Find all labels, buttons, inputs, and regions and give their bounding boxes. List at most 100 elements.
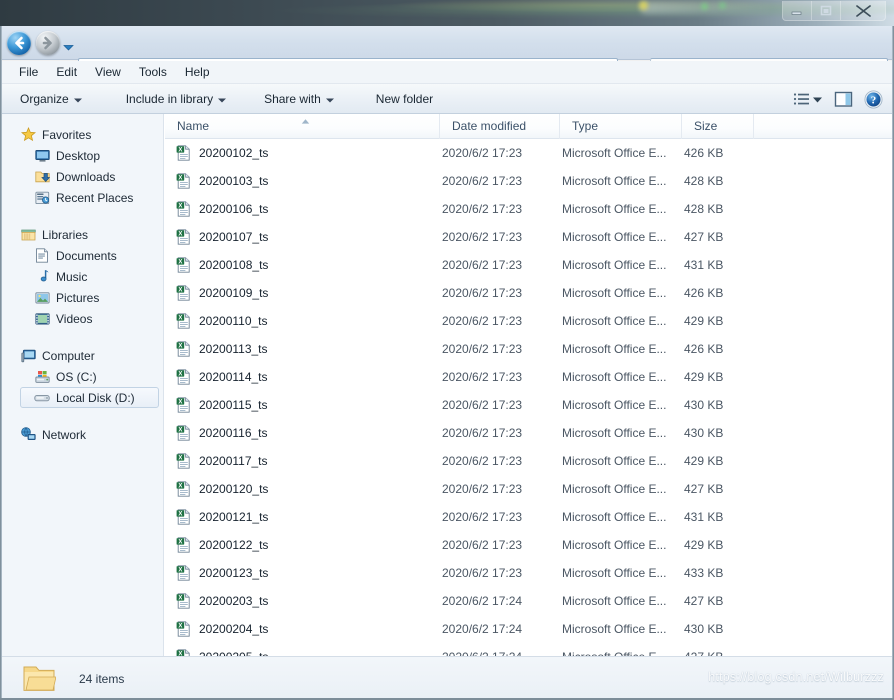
file-name-cell[interactable]: X 20200116_ts (165, 425, 440, 441)
file-size-cell: 430 KB (684, 622, 724, 636)
file-name-cell[interactable]: X 20200123_ts (165, 565, 440, 581)
file-name-cell[interactable]: X 20200103_ts (165, 173, 440, 189)
menu-file[interactable]: File (10, 63, 47, 81)
file-name-label: 20200109_ts (199, 286, 269, 300)
explorer-body: Favorites Desktop Downloads Recent Place… (0, 113, 894, 693)
close-button[interactable] (841, 1, 885, 20)
forward-button[interactable] (36, 31, 60, 55)
organize-button[interactable]: Organize (10, 87, 92, 111)
file-name-cell[interactable]: X 20200204_ts (165, 621, 440, 637)
file-name-cell[interactable]: X 20200120_ts (165, 481, 440, 497)
file-name-label: 20200123_ts (199, 566, 269, 580)
sidebar-item-computer[interactable]: Computer (0, 345, 163, 366)
share-with-button[interactable]: Share with (254, 87, 344, 111)
maximize-button[interactable] (812, 1, 841, 20)
navpane-group-computer: Computer OS (C:) Local Disk (D:) (0, 345, 163, 408)
file-name-cell[interactable]: X 20200121_ts (165, 509, 440, 525)
file-name-cell[interactable]: X 20200106_ts (165, 201, 440, 217)
sidebar-item-favorites[interactable]: Favorites (0, 124, 163, 145)
table-row[interactable]: X 20200110_ts 2020/6/2 17:23 Microsoft Offi… (165, 307, 894, 335)
navpane-group-libraries: Libraries Documents Music Pictures Video… (0, 224, 163, 329)
sidebar-item-downloads[interactable]: Downloads (0, 166, 163, 187)
file-name-cell[interactable]: X 20200102_ts (165, 145, 440, 161)
file-name-label: 20200121_ts (199, 510, 269, 524)
svg-text:?: ? (870, 94, 876, 106)
menu-edit[interactable]: Edit (47, 63, 86, 81)
menu-view[interactable]: View (86, 63, 130, 81)
hard-drive-icon (34, 390, 50, 406)
file-name-cell[interactable]: X 20200110_ts (165, 313, 440, 329)
back-button[interactable] (7, 31, 31, 55)
file-name-label: 20200114_ts (199, 370, 268, 384)
table-row[interactable]: X 20200102_ts 2020/6/2 17:23 Microsoft Offi… (165, 139, 894, 167)
svg-text:X: X (178, 260, 182, 266)
menu-tools[interactable]: Tools (130, 63, 176, 81)
table-row[interactable]: X 20200204_ts 2020/6/2 17:24 Microsoft Offi… (165, 615, 894, 643)
file-list-pane[interactable]: Name Date modified Type Size X 20200102_t… (165, 113, 894, 693)
sidebar-item-music[interactable]: Music (0, 266, 163, 287)
table-row[interactable]: X 20200108_ts 2020/6/2 17:23 Microsoft Offi… (165, 251, 894, 279)
file-name-cell[interactable]: X 20200203_ts (165, 593, 440, 609)
file-name-cell[interactable]: X 20200122_ts (165, 537, 440, 553)
file-name-cell[interactable]: X 20200114_ts (165, 369, 440, 385)
sidebar-label-favorites: Favorites (42, 127, 92, 142)
table-row[interactable]: X 20200121_ts 2020/6/2 17:23 Microsoft Offi… (165, 503, 894, 531)
file-name-cell[interactable]: X 20200113_ts (165, 341, 440, 357)
sidebar-item-recent-places[interactable]: Recent Places (0, 187, 163, 208)
help-button[interactable]: ? (860, 87, 886, 111)
file-name-cell[interactable]: X 20200107_ts (165, 229, 440, 245)
excel-file-icon: X (176, 285, 192, 301)
include-in-library-button[interactable]: Include in library (116, 87, 236, 111)
table-row[interactable]: X 20200113_ts 2020/6/2 17:23 Microsoft Offi… (165, 335, 894, 363)
recent-pages-chevron-down-icon[interactable] (63, 40, 74, 54)
table-row[interactable]: X 20200116_ts 2020/6/2 17:23 Microsoft Offi… (165, 419, 894, 447)
sidebar-item-documents[interactable]: Documents (0, 245, 163, 266)
new-folder-button[interactable]: New folder (366, 87, 443, 111)
column-header-type[interactable]: Type (560, 113, 682, 139)
table-row[interactable]: X 20200123_ts 2020/6/2 17:23 Microsoft Offi… (165, 559, 894, 587)
sidebar-item-pictures[interactable]: Pictures (0, 287, 163, 308)
table-row[interactable]: X 20200107_ts 2020/6/2 17:23 Microsoft Offi… (165, 223, 894, 251)
file-name-label: 20200122_ts (199, 538, 269, 552)
organize-label: Organize (20, 91, 69, 106)
table-row[interactable]: X 20200122_ts 2020/6/2 17:23 Microsoft Offi… (165, 531, 894, 559)
column-header-type-label: Type (572, 119, 599, 133)
sidebar-item-libraries[interactable]: Libraries (0, 224, 163, 245)
sidebar-label-desktop: Desktop (56, 148, 101, 163)
change-view-button[interactable] (788, 87, 826, 111)
table-row[interactable]: X 20200109_ts 2020/6/2 17:23 Microsoft Offi… (165, 279, 894, 307)
file-name-cell[interactable]: X 20200115_ts (165, 397, 440, 413)
navigation-pane[interactable]: Favorites Desktop Downloads Recent Place… (0, 114, 164, 656)
svg-text:X: X (178, 624, 182, 630)
column-header-size[interactable]: Size (682, 113, 754, 139)
minimize-button[interactable] (783, 1, 812, 20)
table-row[interactable]: X 20200203_ts 2020/6/2 17:24 Microsoft Offi… (165, 587, 894, 615)
svg-text:X: X (178, 232, 182, 238)
sidebar-item-local-disk-d[interactable]: Local Disk (D:) (20, 387, 159, 408)
sidebar-item-os-c[interactable]: OS (C:) (0, 366, 163, 387)
table-row[interactable]: X 20200120_ts 2020/6/2 17:23 Microsoft Offi… (165, 475, 894, 503)
column-header-date-modified[interactable]: Date modified (440, 113, 560, 139)
watermark-text: https://blog.csdn.net/Wilburzzz (708, 670, 884, 684)
preview-pane-button[interactable] (830, 87, 856, 111)
file-size-cell: 426 KB (684, 342, 724, 356)
file-name-cell[interactable]: X 20200109_ts (165, 285, 440, 301)
table-row[interactable]: X 20200106_ts 2020/6/2 17:23 Microsoft Offi… (165, 195, 894, 223)
sidebar-item-network[interactable]: Network (0, 424, 163, 445)
window-titlebar (0, 0, 894, 26)
table-row[interactable]: X 20200114_ts 2020/6/2 17:23 Microsoft Offi… (165, 363, 894, 391)
menu-help[interactable]: Help (176, 63, 219, 81)
navpane-spacer (0, 210, 163, 224)
excel-file-icon: X (176, 369, 192, 385)
table-row[interactable]: X 20200103_ts 2020/6/2 17:23 Microsoft Offi… (165, 167, 894, 195)
sidebar-item-videos[interactable]: Videos (0, 308, 163, 329)
column-header-name[interactable]: Name (165, 113, 440, 139)
file-name-cell[interactable]: X 20200117_ts (165, 453, 440, 469)
table-row[interactable]: X 20200117_ts 2020/6/2 17:23 Microsoft Offi… (165, 447, 894, 475)
file-date-modified-cell: 2020/6/2 17:23 (442, 454, 523, 468)
svg-text:X: X (178, 372, 182, 378)
address-toolbar: Computer Local Disk (D:) all_trading_dat… (0, 26, 894, 80)
sidebar-item-desktop[interactable]: Desktop (0, 145, 163, 166)
table-row[interactable]: X 20200115_ts 2020/6/2 17:23 Microsoft Offi… (165, 391, 894, 419)
file-name-cell[interactable]: X 20200108_ts (165, 257, 440, 273)
